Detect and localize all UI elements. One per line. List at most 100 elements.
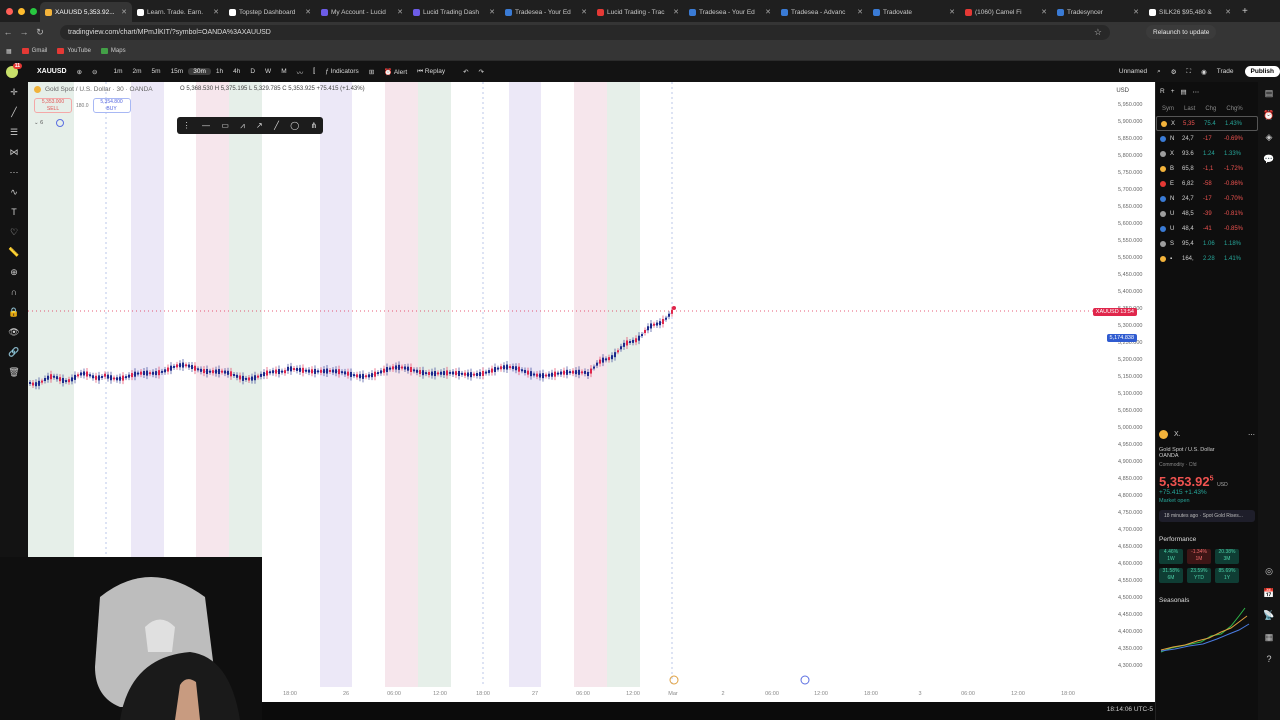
- layout-grid-icon[interactable]: ▤: [1181, 88, 1187, 96]
- rectangle-tool-icon[interactable]: ▭: [221, 121, 229, 130]
- reload-icon[interactable]: ↻: [32, 27, 48, 38]
- watchlist-row[interactable]: B 65,8 -1,1 -1.72%: [1156, 161, 1258, 176]
- crosshair-icon[interactable]: ✛: [0, 82, 28, 102]
- search-icon[interactable]: ⌕: [1152, 68, 1166, 76]
- bookmark-maps[interactable]: Maps: [100, 48, 126, 54]
- indicators-button[interactable]: ƒ Indicators: [320, 68, 364, 75]
- timeframe-button[interactable]: 1m: [108, 68, 127, 75]
- performance-cell[interactable]: 23.59% YTD: [1187, 568, 1211, 583]
- performance-cell[interactable]: 31.58% 6M: [1159, 568, 1183, 583]
- tab-close-icon[interactable]: ✕: [581, 8, 587, 16]
- pattern-icon[interactable]: ⋈: [0, 142, 28, 162]
- browser-tab[interactable]: Tradesea - Your Ed ✕: [500, 2, 592, 22]
- timeframe-button[interactable]: W: [260, 68, 276, 75]
- browser-tab[interactable]: XAUUSD 5,353.92... ✕: [40, 2, 132, 22]
- lock-icon[interactable]: 🔒: [0, 302, 28, 322]
- layers-icon[interactable]: ◈: [1258, 126, 1280, 148]
- watchlist-row[interactable]: U 48,4 -41 -0.85%: [1156, 221, 1258, 236]
- back-icon[interactable]: ←: [0, 27, 16, 37]
- performance-cell[interactable]: 85.69% 1Y: [1215, 568, 1239, 583]
- browser-tab[interactable]: Learn. Trade. Earn. ✕: [132, 2, 224, 22]
- watchlist-row[interactable]: U 48,5 -39 -0.81%: [1156, 206, 1258, 221]
- line-tool-icon[interactable]: —: [202, 121, 210, 130]
- timeframe-button[interactable]: 4h: [228, 68, 245, 75]
- bookmark-youtube[interactable]: YouTube: [57, 48, 91, 54]
- watchlist-row[interactable]: E 6,82 -58 -0.86%: [1156, 176, 1258, 191]
- watchlist-row[interactable]: ▪ 164, 2.28 1.41%: [1156, 251, 1258, 266]
- pitchfork-icon[interactable]: ⋔: [311, 121, 318, 130]
- bookmark-gmail[interactable]: Gmail: [21, 48, 47, 54]
- performance-cell[interactable]: 4.46% 1W: [1159, 549, 1183, 564]
- layout-icon[interactable]: ⊞: [364, 68, 379, 76]
- column-header[interactable]: Chg: [1205, 106, 1216, 112]
- symbol-search[interactable]: XAUUSD: [32, 68, 72, 75]
- tab-close-icon[interactable]: ✕: [765, 8, 771, 16]
- ruler-icon[interactable]: 📏: [0, 242, 28, 262]
- settings-icon[interactable]: ⚙: [1166, 68, 1182, 76]
- browser-tab[interactable]: (1060) Camel Fi ✕: [960, 2, 1052, 22]
- favorites-icon[interactable]: ♡: [0, 222, 28, 242]
- browser-tab[interactable]: Lucid Trading - Trac ✕: [592, 2, 684, 22]
- brush-icon[interactable]: ∿: [0, 182, 28, 202]
- browser-tab[interactable]: Tradesea - Advanc ✕: [776, 2, 868, 22]
- watchlist-row[interactable]: N 24,7 -17 -0.70%: [1156, 191, 1258, 206]
- tab-close-icon[interactable]: ✕: [1225, 8, 1231, 16]
- tab-close-icon[interactable]: ✕: [673, 8, 679, 16]
- watchlist-title[interactable]: R: [1160, 88, 1165, 96]
- eye-icon[interactable]: 👁: [0, 322, 28, 342]
- performance-title[interactable]: Performance: [1159, 536, 1255, 543]
- grid-icon[interactable]: ▦: [1258, 626, 1280, 648]
- calendar-icon[interactable]: 📅: [1258, 582, 1280, 604]
- watchlist-row[interactable]: N 24,7 -17 -0.69%: [1156, 131, 1258, 146]
- help-icon[interactable]: ?: [1258, 648, 1280, 670]
- watchlist-icon[interactable]: ▤: [1258, 82, 1280, 104]
- browser-tab[interactable]: My Account - Lucid ✕: [316, 2, 408, 22]
- relaunch-button[interactable]: Relaunch to update: [1146, 25, 1217, 39]
- profile-avatar[interactable]: 11: [6, 62, 22, 78]
- chart-type-icon[interactable]: 〰: [292, 67, 309, 77]
- more-icon[interactable]: ⋯: [1193, 88, 1200, 96]
- buy-button[interactable]: 5,354.800 BUY: [92, 98, 131, 113]
- timeframe-button[interactable]: 5m: [147, 68, 166, 75]
- drag-handle-icon[interactable]: ⋮: [183, 121, 191, 130]
- tab-close-icon[interactable]: ✕: [949, 8, 955, 16]
- arrow-tool-icon[interactable]: ↗: [256, 121, 263, 130]
- trash-icon[interactable]: 🗑: [0, 362, 28, 382]
- forward-icon[interactable]: →: [16, 27, 32, 37]
- trendline-icon[interactable]: ╱: [0, 102, 28, 122]
- url-field[interactable]: tradingview.com/chart/MPmJlKIT/?symbol=O…: [60, 24, 1110, 40]
- bookmark-star-icon[interactable]: ☆: [1094, 27, 1102, 38]
- fullscreen-icon[interactable]: ⛶: [1182, 68, 1197, 76]
- browser-tab[interactable]: Tradesyncer ✕: [1052, 2, 1144, 22]
- snapshot-icon[interactable]: ◉: [1196, 68, 1212, 76]
- browser-tab[interactable]: Tradovate ✕: [868, 2, 960, 22]
- path-tool-icon[interactable]: ⩘: [240, 121, 245, 131]
- broadcast-icon[interactable]: 📡: [1258, 604, 1280, 626]
- add-symbol-plus-icon[interactable]: +: [1171, 88, 1175, 96]
- news-item[interactable]: 18 minutes ago · Spot Gold Rises...: [1159, 510, 1255, 522]
- redo-icon[interactable]: ↷: [474, 68, 489, 76]
- add-symbol-icon[interactable]: ⊕: [72, 68, 87, 76]
- utc-clock[interactable]: 18:14:06 UTC-5: [1107, 706, 1153, 713]
- timeframe-button[interactable]: 2m: [128, 68, 147, 75]
- timeframe-button[interactable]: D: [245, 68, 260, 75]
- watchlist-row[interactable]: S 95,4 1.06 1.18%: [1156, 236, 1258, 251]
- tab-close-icon[interactable]: ✕: [1041, 8, 1047, 16]
- forecast-icon[interactable]: ⋯: [0, 162, 28, 182]
- circle-tool-icon[interactable]: ◯: [290, 121, 299, 130]
- column-header[interactable]: Chg%: [1226, 106, 1242, 112]
- fib-icon[interactable]: ☰: [0, 122, 28, 142]
- close-window-button[interactable]: [6, 7, 13, 15]
- layout-name[interactable]: Unnamed: [1114, 68, 1152, 75]
- column-header[interactable]: Last: [1184, 106, 1195, 112]
- sell-button[interactable]: 5,353.000 SELL: [34, 98, 72, 113]
- performance-cell[interactable]: -1.34% 1M: [1187, 549, 1211, 564]
- ray-tool-icon[interactable]: ╱: [274, 121, 279, 130]
- zoom-icon[interactable]: ⊕: [0, 262, 28, 282]
- maximize-window-button[interactable]: [30, 7, 37, 15]
- replay-button[interactable]: ⏮ Replay: [412, 68, 450, 76]
- replay-target-icon[interactable]: [56, 119, 64, 127]
- compare-icon[interactable]: ⊖: [87, 68, 102, 76]
- new-tab-icon[interactable]: +: [1236, 6, 1248, 17]
- alerts-icon[interactable]: ⏰: [1258, 104, 1280, 126]
